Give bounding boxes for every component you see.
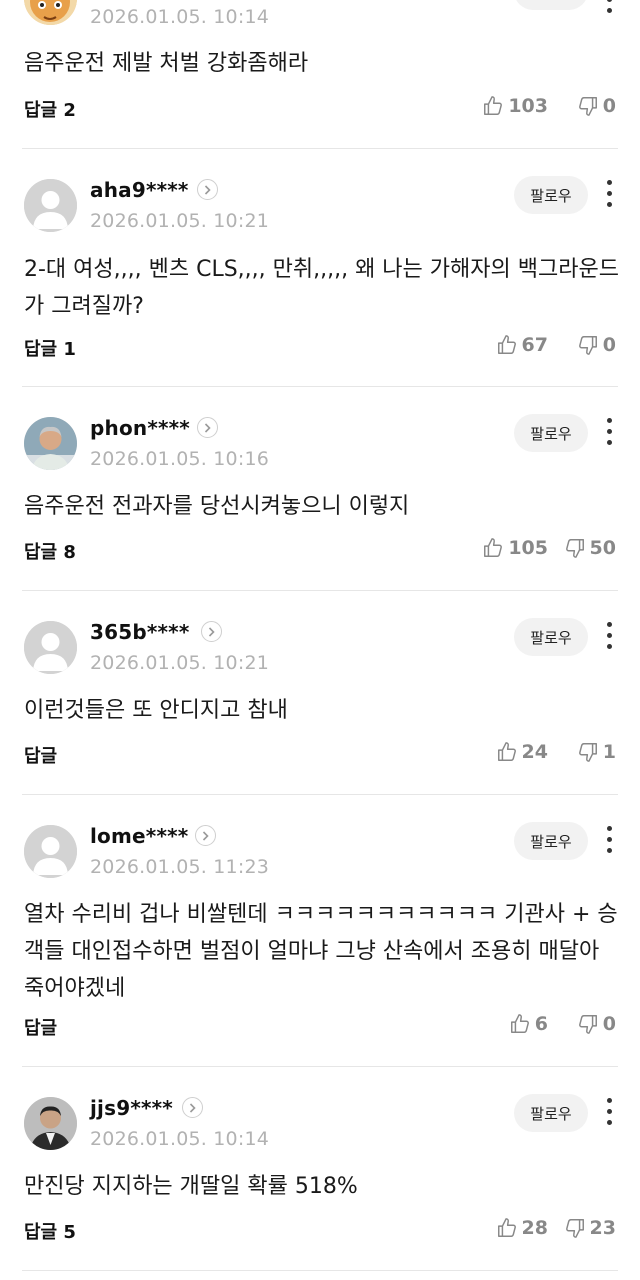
dislike-count: 23 [589, 1217, 616, 1239]
comment-text: 음주운전 전과자를 당선시켜놓으니 이렇지 [24, 494, 410, 519]
comment-item: aha9**** 2026.01.05. 10:21 팔로우 2-대 여성,,,… [0, 149, 640, 387]
dislike-count: 50 [589, 537, 616, 559]
thumbs-up-icon [510, 1014, 529, 1033]
comment-username[interactable]: phon**** [90, 416, 190, 440]
dislike-button[interactable]: 23 [564, 1217, 616, 1239]
more-options-icon[interactable] [600, 180, 618, 210]
comment-feed: 2026.01.05. 10:14 음주운전 제발 처벌 강화좀해라 답글 2 … [0, 0, 640, 1280]
like-button[interactable]: 67 [496, 334, 548, 356]
dislike-count: 0 [602, 334, 616, 356]
like-count: 103 [508, 95, 548, 117]
comment-timestamp: 2026.01.05. 10:21 [90, 652, 270, 674]
thumbs-up-icon [484, 96, 503, 115]
like-count: 24 [521, 741, 548, 763]
avatar[interactable] [24, 621, 77, 674]
comment-item: 365b**** 2026.01.05. 10:21 팔로우 이런것들은 또 안… [0, 591, 640, 795]
comment-timestamp: 2026.01.05. 10:16 [90, 448, 270, 470]
avatar[interactable] [24, 417, 77, 470]
thumbs-down-icon [565, 1219, 584, 1238]
like-count: 28 [521, 1217, 548, 1239]
chevron-right-icon[interactable] [195, 825, 216, 846]
more-options-icon[interactable] [600, 1098, 618, 1128]
comment-item: lome**** 2026.01.05. 11:23 팔로우 열차 수리비 겁나… [0, 795, 640, 1067]
comment-text: 2-대 여성,,,, 벤츠 CLS,,,, 만취,,,,, 왜 나는 가해자의 … [24, 257, 619, 319]
thumbs-down-icon [578, 1015, 597, 1034]
comment-username[interactable]: 365b**** [90, 620, 190, 644]
avatar[interactable] [24, 825, 77, 878]
avatar[interactable] [24, 0, 77, 25]
thumbs-down-icon [565, 539, 584, 558]
default-avatar-icon [24, 179, 77, 232]
more-options-icon[interactable] [600, 826, 618, 856]
dislike-button[interactable]: 1 [577, 741, 616, 763]
reply-button[interactable]: 답글 2 [24, 96, 76, 122]
dislike-count: 0 [602, 95, 616, 117]
photo-man-avatar-icon [24, 417, 77, 470]
more-options-icon[interactable] [600, 418, 618, 448]
comment-text: 만진당 지지하는 개딸일 확률 518% [24, 1174, 358, 1199]
more-options-icon[interactable] [600, 0, 618, 16]
dislike-button[interactable]: 0 [577, 334, 616, 356]
thumbs-up-icon [497, 742, 516, 761]
comment-text: 음주운전 제발 처벌 강화좀해라 [24, 51, 309, 76]
chevron-right-icon[interactable] [201, 621, 222, 642]
reply-button[interactable]: 답글 [24, 742, 57, 768]
like-button[interactable]: 28 [496, 1217, 548, 1239]
thumbs-down-icon [578, 336, 597, 355]
chevron-right-icon[interactable] [197, 417, 218, 438]
follow-button[interactable] [514, 0, 588, 10]
reply-button[interactable]: 답글 8 [24, 538, 76, 564]
more-options-icon[interactable] [600, 622, 618, 652]
like-count: 67 [521, 334, 548, 356]
comment-text: 이런것들은 또 안디지고 참내 [24, 698, 288, 723]
follow-button[interactable]: 팔로우 [514, 822, 588, 860]
cartoon-character-avatar-icon [24, 0, 77, 25]
comment-timestamp: 2026.01.05. 11:23 [90, 856, 270, 878]
reply-button[interactable]: 답글 [24, 1014, 57, 1040]
follow-button[interactable]: 팔로우 [514, 1094, 588, 1132]
like-button[interactable]: 105 [482, 537, 548, 559]
comment-timestamp: 2026.01.05. 10:21 [90, 210, 270, 232]
thumbs-down-icon [578, 743, 597, 762]
comment-username[interactable]: lome**** [90, 824, 188, 848]
like-button[interactable]: 24 [496, 741, 548, 763]
avatar[interactable] [24, 1097, 77, 1150]
default-avatar-icon [24, 621, 77, 674]
thumbs-down-icon [578, 97, 597, 116]
default-avatar-icon [24, 825, 77, 878]
chevron-right-icon[interactable] [197, 179, 218, 200]
like-button[interactable]: 6 [509, 1013, 548, 1035]
comment-username[interactable]: aha9**** [90, 178, 189, 202]
comment-username[interactable]: jjs9**** [90, 1096, 173, 1120]
comment-item: jjs9**** 2026.01.05. 10:14 팔로우 만진당 지지하는 … [0, 1067, 640, 1280]
comment-item: 2026.01.05. 10:14 음주운전 제발 처벌 강화좀해라 답글 2 … [0, 0, 640, 149]
thumbs-up-icon [484, 538, 503, 557]
comment-item: phon**** 2026.01.05. 10:16 팔로우 음주운전 전과자를… [0, 387, 640, 591]
like-count: 6 [534, 1013, 548, 1035]
divider [22, 1270, 618, 1271]
follow-button[interactable]: 팔로우 [514, 176, 588, 214]
dislike-count: 0 [602, 1013, 616, 1035]
dislike-button[interactable]: 0 [577, 95, 616, 117]
comment-text: 열차 수리비 겁나 비쌀텐데 ㅋㅋㅋㅋㅋㅋㅋㅋㅋㅋㅋ 기관사 + 승객들 대인접… [24, 902, 618, 1001]
dislike-button[interactable]: 50 [564, 537, 616, 559]
like-button[interactable]: 103 [482, 95, 548, 117]
follow-button[interactable]: 팔로우 [514, 618, 588, 656]
comment-timestamp: 2026.01.05. 10:14 [90, 6, 270, 28]
reply-button[interactable]: 답글 1 [24, 335, 76, 361]
avatar[interactable] [24, 179, 77, 232]
dislike-count: 1 [602, 741, 616, 763]
chevron-right-icon[interactable] [182, 1097, 203, 1118]
dislike-button[interactable]: 0 [577, 1013, 616, 1035]
thumbs-up-icon [497, 1218, 516, 1237]
like-count: 105 [508, 537, 548, 559]
thumbs-up-icon [497, 335, 516, 354]
reply-button[interactable]: 답글 5 [24, 1218, 76, 1244]
photo-suit-avatar-icon [24, 1097, 77, 1150]
comment-timestamp: 2026.01.05. 10:14 [90, 1128, 270, 1150]
follow-button[interactable]: 팔로우 [514, 414, 588, 452]
